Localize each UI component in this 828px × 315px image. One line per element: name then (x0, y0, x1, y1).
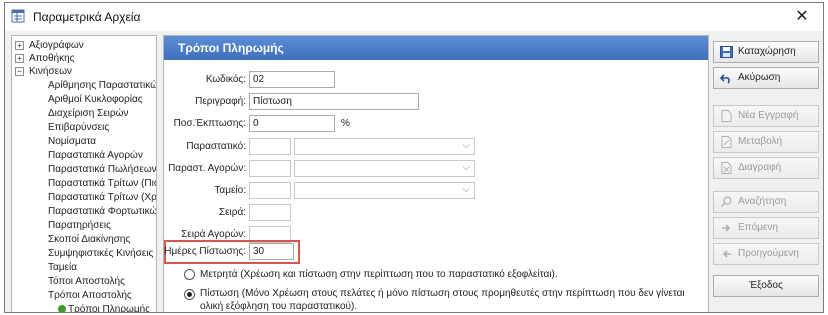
tree-node-label: Κινήσεων (29, 66, 72, 77)
tree-item-label: Τρόποι Πληρωμής (68, 304, 150, 313)
previous-label: Προηγούμενη (738, 248, 799, 259)
purchase-doc-code-field[interactable] (249, 160, 291, 177)
series-field[interactable] (249, 204, 291, 221)
next-label: Επόμενη (738, 222, 778, 233)
tree-item[interactable]: Παραστατικά Τρίτων (Πιστ. (48, 177, 156, 190)
search-icon (720, 196, 732, 208)
tree-node-label: Αξιογράφων (29, 40, 84, 51)
tree-item[interactable]: Σκοποί Διακίνησης (48, 233, 130, 246)
arrow-right-icon (722, 224, 731, 232)
description-field[interactable]: Πίστωση (249, 93, 419, 110)
document-select[interactable]: ⌵ (294, 138, 475, 155)
tree-item[interactable]: Συμψηφιστικές Κινήσεις (48, 247, 153, 260)
exit-label: Έξοδος (749, 280, 783, 291)
search-label: Αναζήτηση (738, 196, 787, 207)
tree-item[interactable]: Παραστατικά Αγορών (48, 149, 143, 162)
new-record-button[interactable]: Νέα Εγγραφή (713, 105, 819, 127)
percent-unit: % (341, 118, 350, 129)
edit-icon (721, 136, 732, 148)
tree-item[interactable]: Επιβαρύνσεις (48, 121, 109, 134)
delete-button[interactable]: Διαγραφή (713, 157, 819, 179)
credit-radio-label-line2: ολική εξόφληση του παραστατικού). (200, 301, 358, 312)
expand-icon[interactable]: + (15, 53, 24, 63)
save-label: Καταχώρηση (738, 46, 796, 57)
credit-days-field[interactable]: 30 (249, 243, 294, 260)
expand-icon[interactable]: + (15, 40, 24, 50)
credit-radio-label-line1: Πίστωση (Μόνο Χρέωση στους πελάτες ή μόν… (200, 288, 685, 299)
tree-node-label: Αποθήκης (29, 53, 75, 64)
previous-button[interactable]: Προηγούμενη (713, 243, 819, 265)
tree-item-selected[interactable]: Τρόποι Πληρωμής (58, 303, 150, 313)
tree-item[interactable]: Παραστατικά Πωλήσεων (48, 163, 156, 176)
credit-radio[interactable] (184, 289, 195, 300)
delete-label: Διαγραφή (738, 162, 782, 173)
series-label: Σειρά: (218, 207, 246, 218)
code-field[interactable]: 02 (249, 71, 335, 88)
leaf-icon (58, 305, 66, 312)
cashbox-code-field[interactable] (249, 182, 291, 199)
title-bar: Παραμετρικά Αρχεία ✕ (5, 3, 823, 31)
chevron-down-icon: ⌵ (462, 162, 470, 173)
document-label: Παραστατικό: (186, 141, 246, 152)
purchase-doc-label: Παραστ. Αγορών: (168, 163, 246, 174)
new-document-icon (721, 110, 732, 122)
chevron-down-icon: ⌵ (462, 184, 470, 195)
cancel-label: Ακύρωση (738, 72, 781, 83)
undo-icon (720, 74, 730, 84)
cashbox-label: Ταμείο: (214, 185, 246, 196)
navigation-tree: + Αξιογράφων + Αποθήκης − Κινήσεων Αρίθμηση… (11, 35, 157, 313)
exit-button[interactable]: Έξοδος (713, 275, 819, 297)
tree-item[interactable]: Αρίθμησης Παραστατικών (48, 79, 156, 92)
code-label: Κωδικός: (205, 74, 246, 85)
tree-item[interactable]: Παρατηρήσεις (48, 219, 111, 232)
cash-radio-label: Μετρητά (Χρέωση και πίστωση στην περίπτω… (200, 269, 558, 280)
collapse-icon[interactable]: − (15, 66, 24, 76)
tree-item[interactable]: Τρόποι Αποστολής (48, 289, 132, 302)
search-button[interactable]: Αναζήτηση (713, 191, 819, 213)
cash-radio[interactable] (184, 269, 195, 280)
credit-days-label: Ημέρες Πίστωσης: (164, 246, 246, 257)
edit-label: Μεταβολή (738, 136, 783, 147)
discount-label: Ποσ.Έκπτωσης: (173, 118, 246, 129)
discount-field[interactable]: 0 (249, 115, 335, 132)
tree-item[interactable]: Νομίσματα (48, 135, 96, 148)
payment-methods-form: Τρόποι Πληρωμής Κωδικός: 02 Περιγραφή: Π… (163, 35, 709, 312)
tree-item[interactable]: Παραστατικά Φορτωτικών (48, 205, 156, 218)
arrow-left-icon (722, 250, 731, 258)
parameter-files-window: Παραμετρικά Αρχεία ✕ + Αξιογράφων + Αποθήκ… (4, 2, 824, 313)
window-title: Παραμετρικά Αρχεία (33, 10, 141, 24)
tree-node-securities[interactable]: + Αξιογράφων (15, 39, 84, 52)
tree-node-warehouse[interactable]: + Αποθήκης (15, 52, 75, 65)
tree-item[interactable]: Διαχείριση Σειρών (48, 107, 128, 120)
form-header: Τρόποι Πληρωμής (164, 36, 708, 60)
cashbox-select[interactable]: ⌵ (294, 182, 475, 199)
document-code-field[interactable] (249, 138, 291, 155)
action-panel: Καταχώρηση Ακύρωση Νέα Εγγραφή Μεταβολή (713, 35, 823, 312)
tree-item[interactable]: Ταμεία (48, 261, 77, 274)
next-button[interactable]: Επόμενη (713, 217, 819, 239)
save-icon (720, 46, 733, 58)
app-icon (11, 9, 25, 23)
description-label: Περιγραφή: (195, 96, 246, 107)
edit-button[interactable]: Μεταβολή (713, 131, 819, 153)
close-icon[interactable]: ✕ (789, 6, 815, 28)
new-record-label: Νέα Εγγραφή (738, 110, 799, 121)
chevron-down-icon: ⌵ (462, 140, 470, 151)
cancel-button[interactable]: Ακύρωση (713, 67, 819, 89)
tree-item[interactable]: Αριθμοί Κυκλοφορίας (48, 93, 143, 106)
tree-item[interactable]: Τόποι Αποστολής (48, 275, 125, 288)
save-button[interactable]: Καταχώρηση (713, 41, 819, 63)
purchase-doc-select[interactable]: ⌵ (294, 160, 475, 177)
tree-item[interactable]: Παραστατικά Τρίτων (Χρ.) (48, 191, 156, 204)
tree-node-movements[interactable]: − Κινήσεων (15, 65, 72, 78)
delete-icon (721, 162, 732, 174)
